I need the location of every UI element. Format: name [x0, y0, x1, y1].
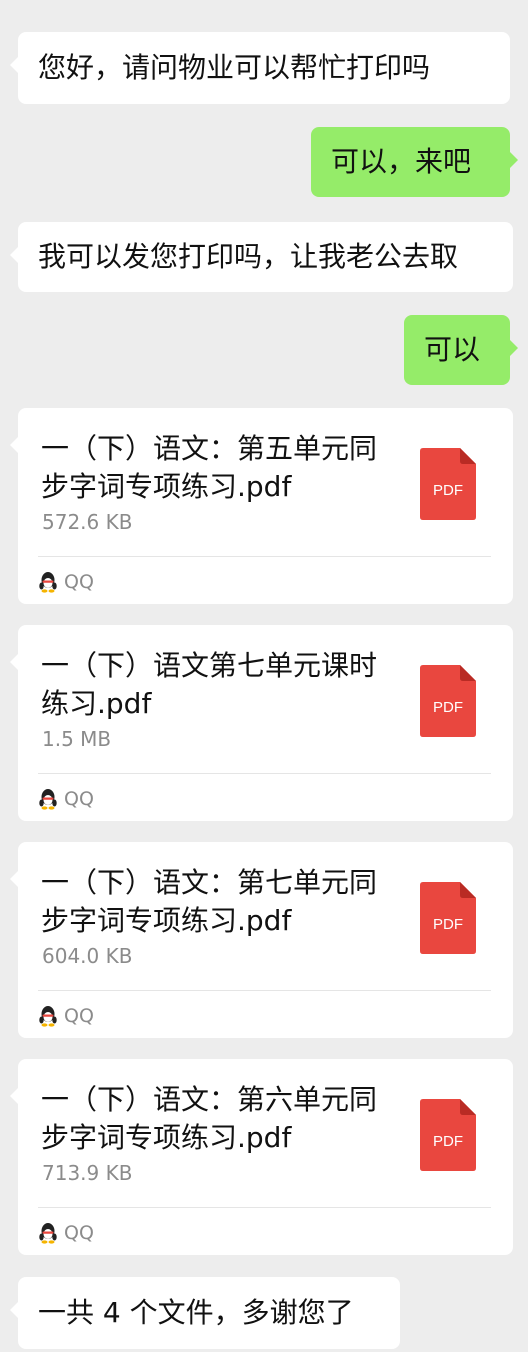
message-bubble-incoming[interactable]: 一共 4 个文件，多谢您了	[10, 1277, 400, 1349]
qq-penguin-icon	[39, 1223, 57, 1244]
source-label: QQ	[64, 571, 94, 593]
file-source: QQ	[38, 1221, 94, 1245]
file-card[interactable]: 一（下）语文：第六单元同步字词专项练习.pdf 713.9 KB PDF QQ	[10, 1059, 513, 1255]
qq-penguin-icon	[39, 1006, 57, 1027]
file-source: QQ	[38, 1004, 94, 1028]
pdf-icon-label: PDF	[433, 482, 463, 499]
pdf-file-icon: PDF	[420, 882, 476, 954]
message-bubble-outgoing[interactable]: 可以	[404, 315, 518, 385]
file-size: 713.9 KB	[42, 1161, 133, 1185]
file-card[interactable]: 一（下）语文：第五单元同步字词专项练习.pdf 572.6 KB PDF QQ	[10, 408, 513, 604]
divider	[38, 1207, 491, 1208]
file-name: 一（下）语文第七单元课时练习.pdf	[41, 649, 378, 720]
message-bubble-outgoing[interactable]: 可以，来吧	[311, 127, 518, 197]
message-text: 我可以发您打印吗，让我老公去取	[38, 240, 459, 273]
divider	[38, 990, 491, 991]
message-text: 一共 4 个文件，多谢您了	[38, 1296, 354, 1329]
message-text: 可以，来吧	[331, 145, 472, 178]
file-size: 604.0 KB	[42, 944, 133, 968]
file-card[interactable]: 一（下）语文第七单元课时练习.pdf 1.5 MB PDF QQ	[10, 625, 513, 821]
message-bubble-incoming[interactable]: 您好，请问物业可以帮忙打印吗	[10, 32, 510, 104]
file-size: 572.6 KB	[42, 510, 133, 534]
message-text: 可以	[424, 333, 481, 366]
pdf-file-icon: PDF	[420, 665, 476, 737]
file-name: 一（下）语文：第七单元同步字词专项练习.pdf	[41, 866, 378, 937]
divider	[38, 556, 491, 557]
message-text: 您好，请问物业可以帮忙打印吗	[38, 51, 431, 84]
pdf-icon-label: PDF	[433, 1133, 463, 1150]
file-size: 1.5 MB	[42, 727, 112, 751]
source-label: QQ	[64, 1005, 94, 1027]
file-source: QQ	[38, 787, 94, 811]
file-name: 一（下）语文：第六单元同步字词专项练习.pdf	[41, 1083, 378, 1154]
qq-penguin-icon	[39, 572, 57, 593]
pdf-file-icon: PDF	[420, 448, 476, 520]
file-name: 一（下）语文：第五单元同步字词专项练习.pdf	[41, 432, 378, 503]
file-source: QQ	[38, 570, 94, 594]
pdf-icon-label: PDF	[433, 916, 463, 933]
file-card[interactable]: 一（下）语文：第七单元同步字词专项练习.pdf 604.0 KB PDF QQ	[10, 842, 513, 1038]
qq-penguin-icon	[39, 789, 57, 810]
divider	[38, 773, 491, 774]
source-label: QQ	[64, 1222, 94, 1244]
source-label: QQ	[64, 788, 94, 810]
message-bubble-incoming[interactable]: 我可以发您打印吗，让我老公去取	[10, 222, 513, 292]
pdf-file-icon: PDF	[420, 1099, 476, 1171]
pdf-icon-label: PDF	[433, 699, 463, 716]
